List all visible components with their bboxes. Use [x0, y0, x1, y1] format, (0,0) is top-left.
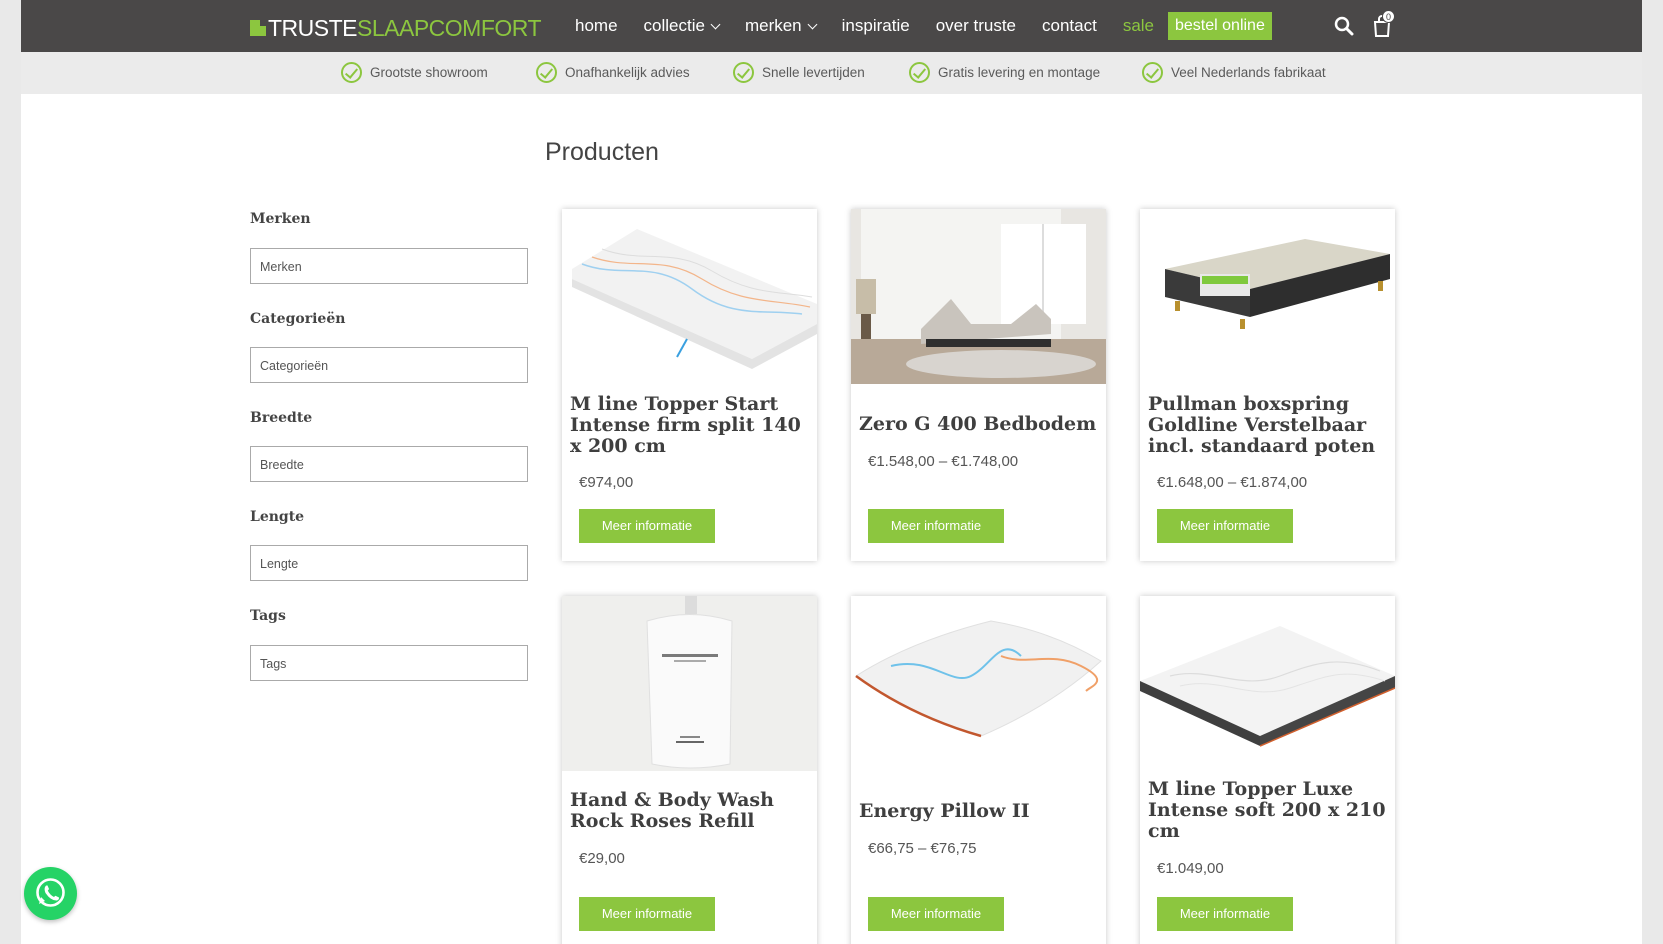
product-card[interactable]: Hand & Body Wash Rock Roses Refill €29,0…: [562, 596, 817, 944]
check-circle-icon: [536, 62, 557, 83]
search-icon[interactable]: [1334, 16, 1354, 36]
check-circle-icon: [1142, 62, 1163, 83]
product-card[interactable]: Pullman boxspring Goldline Verstelbaar i…: [1140, 209, 1395, 561]
product-price: €66,75 – €76,75: [868, 840, 977, 857]
nav-collectie[interactable]: collectie: [644, 16, 721, 36]
usp-item: Grootste showroom: [341, 62, 488, 83]
nav-over-truste[interactable]: over truste: [936, 16, 1016, 36]
filter-label-tags: Tags: [250, 608, 286, 624]
product-image-pillow[interactable]: [851, 596, 1106, 771]
product-title[interactable]: Hand & Body Wash Rock Roses Refill: [570, 790, 810, 832]
nav-sale[interactable]: sale: [1123, 16, 1154, 36]
nav-contact[interactable]: contact: [1042, 16, 1097, 36]
product-image-bedbodem[interactable]: [851, 209, 1106, 384]
main-nav: home collectie merken inspiratie over tr…: [575, 0, 1298, 52]
filter-select-lengte[interactable]: Lengte: [250, 545, 528, 581]
product-title[interactable]: M line Topper Start Intense firm split 1…: [570, 394, 810, 457]
chevron-down-icon: [710, 19, 721, 29]
filter-select-tags[interactable]: Tags: [250, 645, 528, 681]
product-title[interactable]: Pullman boxspring Goldline Verstelbaar i…: [1148, 394, 1388, 457]
whatsapp-button[interactable]: [24, 867, 77, 920]
product-image-topper-luxe[interactable]: [1140, 596, 1395, 771]
product-price: €1.548,00 – €1.748,00: [868, 453, 1019, 470]
product-price: €974,00: [579, 474, 634, 491]
nav-inspiratie[interactable]: inspiratie: [842, 16, 910, 36]
meer-informatie-button[interactable]: Meer informatie: [579, 897, 715, 931]
product-title[interactable]: Energy Pillow II: [859, 801, 1099, 822]
bestel-online-button[interactable]: bestel online: [1168, 12, 1272, 40]
meer-informatie-button[interactable]: Meer informatie: [868, 509, 1004, 543]
nav-home[interactable]: home: [575, 16, 618, 36]
product-card[interactable]: M line Topper Luxe Intense soft 200 x 21…: [1140, 596, 1395, 944]
meer-informatie-button[interactable]: Meer informatie: [579, 509, 715, 543]
site-header: TRUSTESLAAPCOMFORT home collectie merken…: [21, 0, 1642, 52]
product-image-refill-pouch[interactable]: [562, 596, 817, 771]
filter-select-merken[interactable]: Merken: [250, 248, 528, 284]
logo-text-slaapcomfort: SLAAPCOMFORT: [357, 15, 542, 41]
filter-label-lengte: Lengte: [250, 509, 305, 525]
filter-label-merken: Merken: [250, 211, 311, 227]
logo[interactable]: TRUSTESLAAPCOMFORT: [250, 15, 542, 41]
chevron-down-icon: [807, 19, 818, 29]
product-image-boxspring[interactable]: [1140, 209, 1395, 384]
nav-merken[interactable]: merken: [745, 16, 818, 36]
filter-label-categorieen: Categorieën: [250, 311, 346, 327]
filter-select-breedte[interactable]: Breedte: [250, 446, 528, 482]
meer-informatie-button[interactable]: Meer informatie: [1157, 509, 1293, 543]
filter-label-breedte: Breedte: [250, 410, 313, 426]
meer-informatie-button[interactable]: Meer informatie: [868, 897, 1004, 931]
product-image-topper[interactable]: [562, 209, 817, 384]
product-title[interactable]: Zero G 400 Bedbodem: [859, 414, 1099, 435]
logo-mark-icon: [250, 20, 266, 36]
check-circle-icon: [341, 62, 362, 83]
product-price: €29,00: [579, 850, 625, 867]
product-card[interactable]: M line Topper Start Intense firm split 1…: [562, 209, 817, 561]
product-price: €1.648,00 – €1.874,00: [1157, 474, 1308, 491]
page-title: Producten: [545, 138, 659, 166]
meer-informatie-button[interactable]: Meer informatie: [1157, 897, 1293, 931]
usp-item: Snelle levertijden: [733, 62, 865, 83]
page: TRUSTESLAAPCOMFORT home collectie merken…: [21, 0, 1642, 944]
product-price: €1.049,00: [1157, 860, 1224, 877]
usp-item: Veel Nederlands fabrikaat: [1142, 62, 1326, 83]
check-circle-icon: [733, 62, 754, 83]
check-circle-icon: [909, 62, 930, 83]
usp-item: Gratis levering en montage: [909, 62, 1100, 83]
whatsapp-icon: [36, 878, 65, 907]
filter-select-categorieen[interactable]: Categorieën: [250, 347, 528, 383]
product-card[interactable]: Zero G 400 Bedbodem €1.548,00 – €1.748,0…: [851, 209, 1106, 561]
cart-count-badge: 0: [1382, 10, 1395, 23]
usp-item: Onafhankelijk advies: [536, 62, 690, 83]
usp-bar: Grootste showroom Onafhankelijk advies S…: [21, 52, 1642, 94]
product-card[interactable]: Energy Pillow II €66,75 – €76,75 Meer in…: [851, 596, 1106, 944]
product-title[interactable]: M line Topper Luxe Intense soft 200 x 21…: [1148, 779, 1388, 842]
logo-text-truste: TRUSTE: [268, 15, 358, 41]
